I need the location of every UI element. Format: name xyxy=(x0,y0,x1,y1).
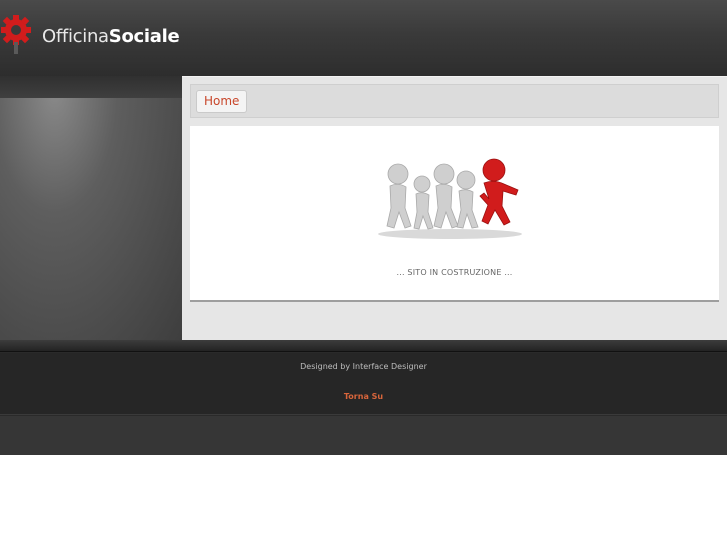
site-footer: Designed by Interface Designer Torna Su xyxy=(0,340,727,455)
sidebar-top-band xyxy=(0,76,182,98)
designer-credit: Designed by Interface Designer xyxy=(300,362,427,371)
site-logo[interactable]: OfficinaSociale xyxy=(0,8,180,68)
gear-icon xyxy=(1,15,31,54)
logo-text: OfficinaSociale xyxy=(42,26,180,47)
back-to-top-link[interactable]: Torna Su xyxy=(0,392,727,401)
footer-top-band xyxy=(0,340,727,352)
nav-bar: Home xyxy=(190,84,719,118)
page: OfficinaSociale Home ... SITO IN COSTRUZ… xyxy=(0,0,727,545)
nav-home-link[interactable]: Home xyxy=(196,90,248,113)
content-panel: ... SITO IN COSTRUZIONE ... xyxy=(190,126,719,302)
logo-text-part1: Officina xyxy=(42,26,109,47)
site-header: OfficinaSociale xyxy=(0,0,727,76)
main-content: Home ... SITO IN COSTRUZIONE ... xyxy=(182,76,727,340)
running-figures-illustration xyxy=(378,158,522,239)
footer-bottom-band xyxy=(0,416,727,455)
logo-text-part2: Sociale xyxy=(108,26,180,47)
construction-text: ... SITO IN COSTRUZIONE ... xyxy=(396,268,513,277)
sidebar xyxy=(0,76,182,340)
